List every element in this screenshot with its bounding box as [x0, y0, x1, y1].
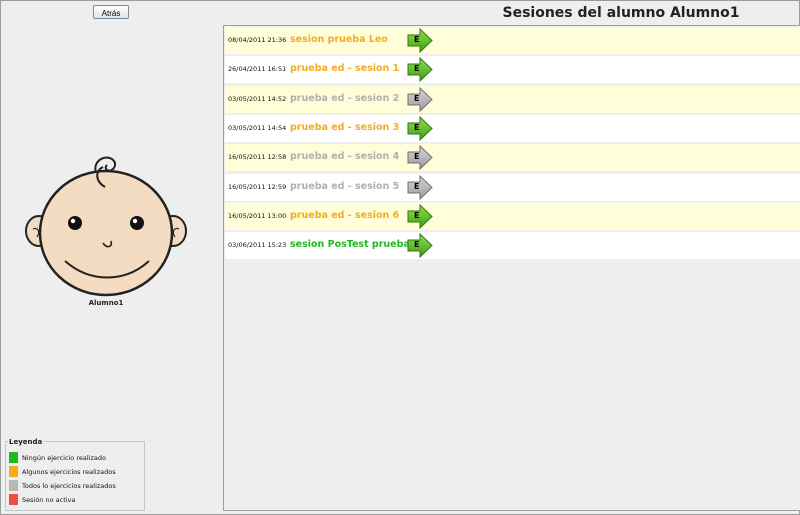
- legend-swatch-gray: [9, 480, 18, 491]
- open-session-label: E: [414, 181, 420, 191]
- session-name: prueba ed - sesion 1: [290, 63, 400, 75]
- session-row: 03/05/2011 14:54 prueba ed - sesion 3 E: [225, 114, 800, 142]
- student-avatar: [25, 156, 187, 297]
- arrow-right-icon: [407, 174, 433, 200]
- session-date: 03/06/2011 15:23: [228, 241, 287, 250]
- session-row: 16/05/2011 12:58 prueba ed - sesion 4 E: [225, 144, 800, 172]
- legend-panel: Leyenda Ningún ejercicio realizado Algun…: [5, 438, 145, 511]
- legend-item-none-done: Ningún ejercicio realizado: [9, 452, 106, 463]
- session-row: 08/04/2011 21:36 sesion prueba Leo E: [225, 27, 800, 54]
- student-name: Alumno1: [88, 299, 124, 307]
- open-session-button[interactable]: E: [407, 115, 433, 142]
- open-session-button[interactable]: E: [407, 174, 433, 200]
- open-session-label: E: [414, 210, 420, 220]
- legend-swatch-orange: [9, 466, 18, 477]
- open-session-button[interactable]: E: [407, 232, 433, 259]
- arrow-right-icon: [407, 203, 433, 229]
- open-session-label: E: [414, 240, 420, 250]
- open-session-button[interactable]: E: [407, 57, 433, 83]
- session-row: 26/04/2011 16:51 prueba ed - sesion 1 E: [225, 56, 800, 84]
- arrow-right-icon: [407, 86, 433, 112]
- session-list: 08/04/2011 21:36 sesion prueba Leo E 26/04/…: [223, 25, 800, 511]
- session-date: 16/05/2011 12:59: [228, 182, 287, 191]
- session-date: 16/05/2011 12:58: [228, 153, 287, 162]
- session-name: prueba ed - sesion 4: [290, 151, 400, 163]
- arrow-right-icon: [407, 27, 433, 54]
- legend-swatch-red: [9, 494, 18, 505]
- session-date: 03/05/2011 14:54: [228, 123, 287, 132]
- open-session-label: E: [414, 64, 420, 74]
- arrow-right-icon: [407, 57, 433, 83]
- legend-label: Todos lo ejercicios realizados: [22, 481, 116, 490]
- session-row: 16/05/2011 12:59 prueba ed - sesion 5 E: [225, 173, 800, 201]
- open-session-label: E: [414, 93, 420, 103]
- session-date: 03/05/2011 14:52: [228, 94, 287, 103]
- legend-title: Leyenda: [8, 438, 44, 446]
- session-row: 16/05/2011 13:00 prueba ed - sesion 6 E: [225, 202, 800, 230]
- legend-label: Ningún ejercicio realizado: [22, 453, 106, 462]
- session-name: prueba ed - sesion 6: [290, 209, 400, 221]
- session-name: prueba ed - sesion 3: [290, 121, 400, 133]
- session-date: 08/04/2011 21:36: [228, 36, 287, 44]
- session-name: sesion PosTest prueba: [290, 239, 410, 251]
- app-window: Atrás Alumno1 Leyenda Ningún ejercicio r…: [0, 0, 800, 515]
- open-session-button[interactable]: E: [407, 203, 433, 229]
- legend-item-inactive: Sesión no activa: [9, 494, 75, 505]
- legend-label: Sesión no activa: [22, 495, 76, 504]
- session-date: 26/04/2011 16:51: [228, 65, 287, 74]
- session-date: 16/05/2011 13:00: [228, 211, 287, 220]
- session-row: 03/06/2011 15:23 sesion PosTest prueba E: [225, 232, 800, 260]
- legend-swatch-green: [9, 452, 18, 463]
- session-name: prueba ed - sesion 5: [290, 180, 400, 192]
- legend-item-all-done: Todos lo ejercicios realizados: [9, 480, 116, 491]
- open-session-label: E: [414, 152, 420, 162]
- open-session-label: E: [414, 35, 420, 44]
- open-session-button[interactable]: E: [407, 145, 433, 171]
- open-session-button[interactable]: E: [407, 86, 433, 112]
- page-title: Sesiones del alumno Alumno1: [502, 5, 740, 21]
- open-session-button[interactable]: E: [407, 27, 433, 54]
- session-name: sesion prueba Leo: [290, 34, 388, 45]
- arrow-right-icon: [407, 145, 433, 171]
- legend-item-some-done: Algunos ejercicios realizados: [9, 466, 116, 477]
- session-row: 03/05/2011 14:52 prueba ed - sesion 2 E: [225, 85, 800, 113]
- session-name: prueba ed - sesion 2: [290, 92, 400, 104]
- open-session-label: E: [414, 122, 420, 132]
- arrow-right-icon: [407, 232, 433, 259]
- back-button[interactable]: Atrás: [93, 5, 129, 19]
- arrow-right-icon: [407, 115, 433, 142]
- legend-label: Algunos ejercicios realizados: [22, 467, 116, 476]
